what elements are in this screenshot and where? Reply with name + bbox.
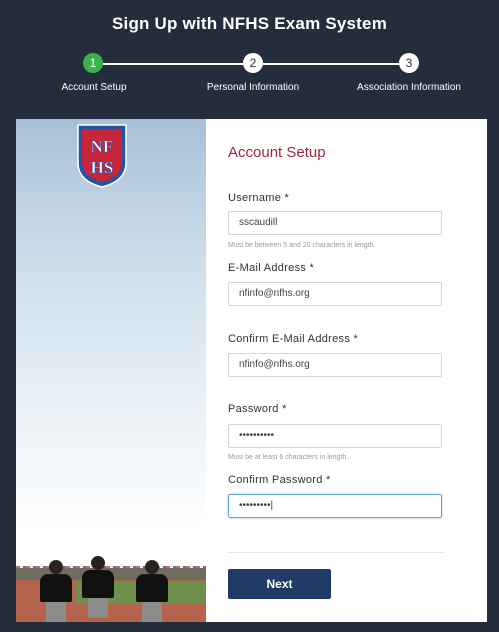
umpire-figure [80, 556, 116, 622]
step-3-indicator: 3 [399, 53, 419, 73]
signup-card: NF HS Account Setup Username * sscaudill… [16, 119, 487, 622]
nfhs-shield-logo: NF HS [77, 124, 127, 188]
password-input[interactable]: •••••••••• [228, 424, 442, 448]
step-2-indicator: 2 [243, 53, 263, 73]
form-title: Account Setup [228, 144, 326, 161]
username-hint: Must be between 5 and 20 characters in l… [228, 242, 376, 249]
username-label: Username * [228, 192, 290, 204]
field-scene [16, 530, 206, 622]
step-2-label: Personal Information [206, 82, 300, 93]
svg-text:HS: HS [91, 158, 114, 177]
umpire-figure [38, 560, 74, 622]
step-3-label: Association Information [357, 82, 461, 93]
umpire-figure [134, 560, 170, 622]
page-title: Sign Up with NFHS Exam System [111, 14, 388, 33]
step-connector [103, 63, 243, 65]
umpires-photo: NF HS [16, 119, 206, 622]
confirm-password-label: Confirm Password * [228, 474, 331, 486]
svg-text:NF: NF [91, 137, 114, 156]
step-connector [263, 63, 403, 65]
email-input[interactable]: nfinfo@nfhs.org [228, 282, 442, 306]
step-1-label: Account Setup [61, 82, 127, 93]
signup-page: Sign Up with NFHS Exam System 1 2 3 Acco… [0, 0, 499, 632]
form-divider [228, 552, 444, 553]
email-label: E-Mail Address * [228, 262, 315, 274]
confirm-email-input[interactable]: nfinfo@nfhs.org [228, 353, 442, 377]
password-label: Password * [228, 403, 287, 415]
username-input[interactable]: sscaudill [228, 211, 442, 235]
next-button[interactable]: Next [228, 569, 331, 599]
confirm-email-label: Confirm E-Mail Address * [228, 333, 359, 345]
progress-stepper: 1 2 3 Account Setup Personal Information… [0, 52, 499, 102]
step-1-indicator: 1 [83, 53, 103, 73]
confirm-password-input[interactable]: •••••••••| [228, 494, 442, 518]
password-hint: Must be at least 6 characters in length. [228, 454, 349, 461]
